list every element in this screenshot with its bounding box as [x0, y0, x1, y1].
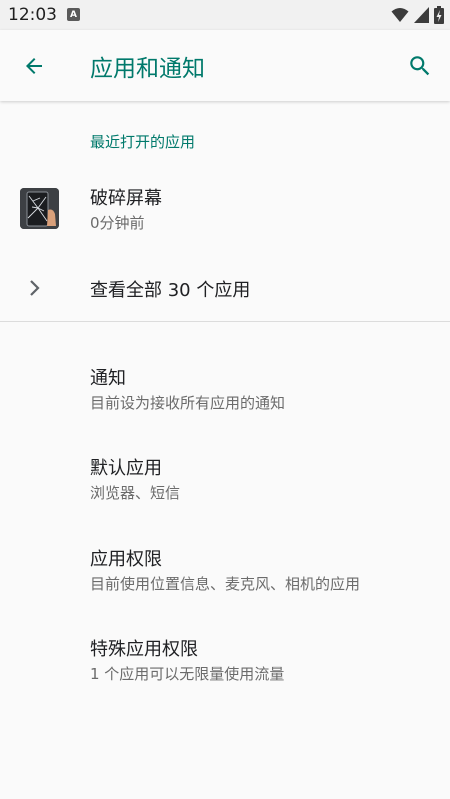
pref-notifications[interactable]: 通知 目前设为接收所有应用的通知	[0, 351, 450, 437]
battery-icon	[434, 6, 444, 24]
pref-title: 应用权限	[90, 549, 162, 570]
cracked-screen-app-icon	[20, 188, 59, 229]
pref-summary: 1 个应用可以无限量使用流量	[90, 665, 285, 683]
pref-special-app-access[interactable]: 特殊应用权限 1 个应用可以无限量使用流量	[0, 622, 450, 708]
search-icon	[410, 56, 430, 76]
pref-default-apps[interactable]: 默认应用 浏览器、短信	[0, 441, 450, 527]
see-all-apps-label: 查看全部 30 个应用	[90, 280, 251, 301]
recent-app-name: 破碎屏幕	[90, 188, 162, 209]
page-title: 应用和通知	[90, 56, 205, 82]
pref-title: 特殊应用权限	[90, 639, 198, 660]
status-time: 12:03	[8, 5, 57, 25]
search-button[interactable]	[404, 50, 436, 82]
status-bar: 12:03 A	[0, 0, 450, 30]
recent-app-item[interactable]: 破碎屏幕 0分钟前	[0, 177, 450, 243]
back-button[interactable]	[18, 50, 50, 82]
app-bar: 应用和通知	[0, 30, 450, 101]
arrow-back-icon	[26, 58, 42, 74]
notification-icon: A	[67, 8, 80, 21]
recent-app-time: 0分钟前	[90, 214, 145, 232]
pref-title: 默认应用	[90, 458, 162, 479]
pref-summary: 浏览器、短信	[90, 484, 181, 502]
status-icons	[391, 6, 444, 24]
wifi-icon	[391, 8, 409, 22]
divider	[0, 321, 450, 322]
pref-summary: 目前使用位置信息、麦克风、相机的应用	[90, 575, 361, 593]
pref-summary: 目前设为接收所有应用的通知	[90, 394, 286, 412]
cell-signal-icon	[414, 7, 429, 23]
recent-apps-header: 最近打开的应用	[90, 133, 196, 151]
chevron-right-icon	[30, 280, 40, 296]
pref-title: 通知	[90, 368, 126, 389]
see-all-apps-button[interactable]: 查看全部 30 个应用	[0, 255, 450, 321]
pref-app-permissions[interactable]: 应用权限 目前使用位置信息、麦克风、相机的应用	[0, 532, 450, 618]
